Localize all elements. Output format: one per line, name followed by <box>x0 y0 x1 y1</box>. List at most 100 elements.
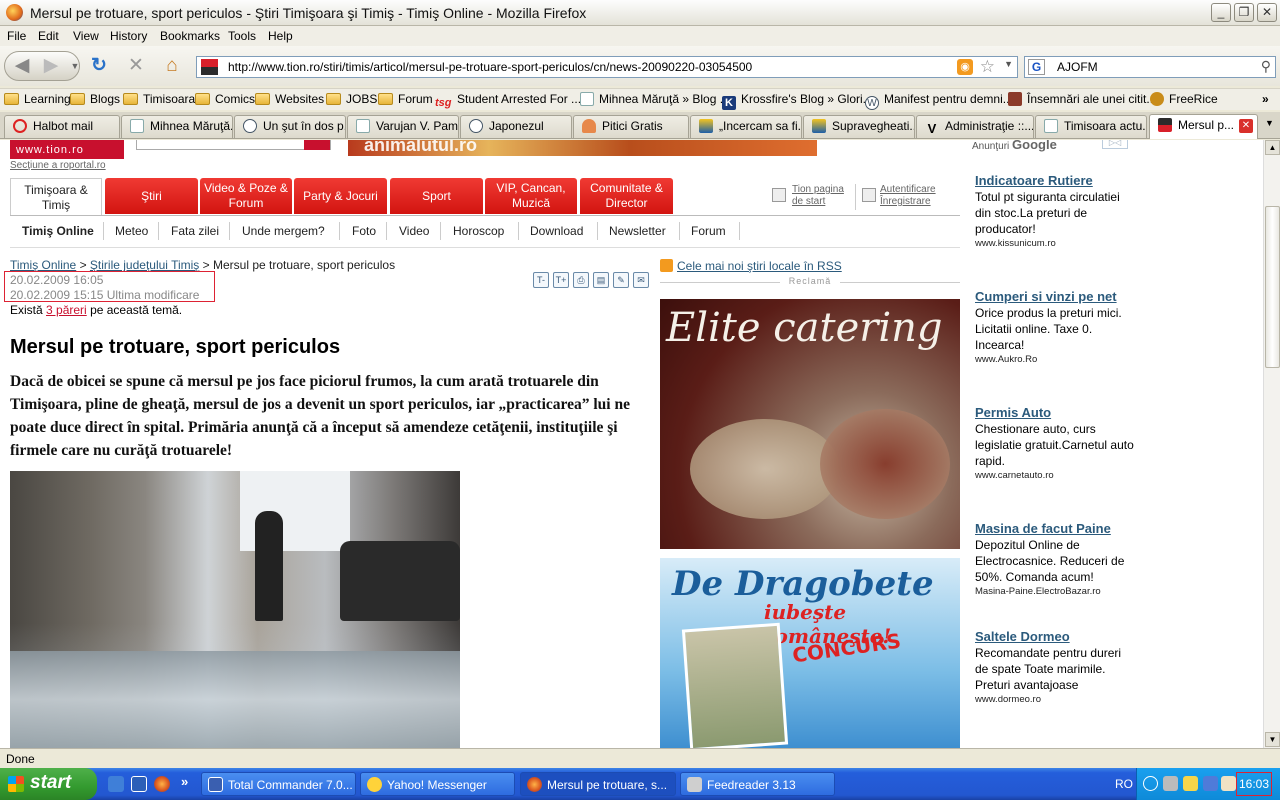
url-bar[interactable]: http://www.tion.ro/stiri/timis/articol/m… <box>196 56 1018 78</box>
quicklaunch-overflow-icon[interactable]: » <box>181 774 188 789</box>
tab-timisoara-actu[interactable]: Timisoara actu... <box>1035 115 1147 138</box>
scroll-up-icon[interactable]: ▲ <box>1265 140 1280 155</box>
bookmark-forum[interactable]: Forum <box>378 92 433 106</box>
page-scrollbar[interactable]: ▲ ▼ <box>1263 140 1280 748</box>
bookmark-freerice[interactable]: FreeRice <box>1150 92 1218 106</box>
subnav-video[interactable]: Video <box>399 224 429 238</box>
reload-icon[interactable]: ↻ <box>88 55 110 77</box>
taskbar-clock[interactable]: 16:03 <box>1236 772 1272 796</box>
nav-comunitate-director[interactable]: Comunitate & Director <box>580 178 673 214</box>
nav-vip-cancan-muzica[interactable]: VIP, Cancan, Muzică <box>485 178 577 214</box>
bookmark-comics[interactable]: Comics <box>195 92 255 106</box>
bookmark-mihnea-maruta[interactable]: Mihnea Măruţă » Blog ... <box>580 92 730 106</box>
dragobete-ad[interactable]: De Dragobete iubeşte româneşte! CONCURS <box>660 558 960 748</box>
tab-un-sut[interactable]: Un şut în dos p... <box>234 115 346 138</box>
menu-view[interactable]: View <box>73 29 99 43</box>
google-ad-4[interactable]: Masina de facut Paine Depozitul Online d… <box>975 521 1135 597</box>
bookmark-star-icon[interactable]: ☆ <box>980 57 995 77</box>
google-ad-1[interactable]: Indicatoare Rutiere Totul pt siguranta c… <box>975 173 1135 249</box>
site-search-input[interactable] <box>136 140 331 150</box>
quicklaunch-firefox-icon[interactable] <box>154 776 170 792</box>
nav-timisoara-timis[interactable]: Timişoara & Timiş <box>10 178 102 216</box>
site-logo[interactable]: www.tion.ro <box>10 140 124 159</box>
scroll-down-icon[interactable]: ▼ <box>1265 732 1280 747</box>
elite-catering-ad[interactable]: Elite catering <box>660 299 960 549</box>
bookmark-blogs[interactable]: Blogs <box>70 92 120 106</box>
url-dropdown-icon[interactable]: ▼ <box>1004 59 1013 69</box>
tab-list-dropdown-icon[interactable]: ▼ <box>1265 118 1274 128</box>
roportal-section-link[interactable]: Secţiune a roportal.ro <box>10 160 106 171</box>
subnav-meteo[interactable]: Meteo <box>115 224 148 238</box>
tab-incercam[interactable]: „Incercam sa fi... <box>690 115 802 138</box>
subnav-forum[interactable]: Forum <box>691 224 726 238</box>
search-bar[interactable]: G AJOFM ⚲ <box>1024 56 1276 78</box>
search-magnifier-icon[interactable]: ⚲ <box>1261 58 1271 75</box>
start-button[interactable]: start <box>0 768 97 800</box>
quicklaunch-save-icon[interactable] <box>131 776 147 792</box>
tray-network-icon[interactable] <box>1203 776 1218 791</box>
tab-mersul-active[interactable]: Mersul p... ✕ <box>1149 114 1258 139</box>
tray-volume-icon[interactable] <box>1221 776 1236 791</box>
history-dropdown[interactable]: ▼ <box>64 55 86 77</box>
tab-halbot-mail[interactable]: Halbot mail <box>4 115 120 138</box>
restore-button[interactable]: ❐ <box>1234 3 1254 22</box>
tab-varujan[interactable]: Varujan V. Pam... <box>347 115 459 138</box>
nav-sport[interactable]: Sport <box>390 178 483 214</box>
taskbar-firefox-active[interactable]: Mersul pe trotuare, s... <box>520 772 676 796</box>
rss-feed-icon[interactable]: ◉ <box>957 59 973 75</box>
language-indicator[interactable]: RO <box>1115 777 1133 791</box>
search-input[interactable]: AJOFM <box>1057 60 1098 74</box>
nav-party-jocuri[interactable]: Party & Jocuri <box>294 178 387 214</box>
breadcrumb-timis-online[interactable]: Timiş Online <box>10 258 76 272</box>
google-ad-url[interactable]: www.kissunicum.ro <box>975 238 1135 249</box>
tab-administratie[interactable]: V Administraţie ::... <box>916 115 1034 138</box>
subnav-timis-online[interactable]: Timiş Online <box>22 224 94 238</box>
taskbar-yahoo-messenger[interactable]: Yahoo! Messenger <box>360 772 515 796</box>
bookmark-krossfire[interactable]: K Krossfire's Blog » Glori... <box>722 92 873 110</box>
save-icon[interactable]: ▤ <box>593 272 609 288</box>
forward-button[interactable]: ▶ <box>40 55 62 77</box>
menu-history[interactable]: History <box>110 29 147 43</box>
google-ad-url[interactable]: www.dormeo.ro <box>975 694 1135 705</box>
google-ad-url[interactable]: Masina-Paine.ElectroBazar.ro <box>975 586 1135 597</box>
back-button[interactable]: ◀ <box>11 55 33 77</box>
subnav-horoscop[interactable]: Horoscop <box>453 224 504 238</box>
tab-mihnea-maruta[interactable]: Mihnea Măruţă... <box>121 115 233 138</box>
tion-start-page-link[interactable]: Tion pagina de start <box>792 184 852 208</box>
home-page-icon[interactable] <box>772 188 786 202</box>
google-ad-url[interactable]: www.Aukro.Ro <box>975 354 1135 365</box>
google-ad-3[interactable]: Permis Auto Chestionare auto, curs legis… <box>975 405 1135 481</box>
google-ad-title[interactable]: Permis Auto <box>975 405 1135 420</box>
bookmark-learning[interactable]: Learning <box>4 92 71 106</box>
subnav-fata-zilei[interactable]: Fata zilei <box>171 224 219 238</box>
print-icon[interactable]: ⎙ <box>573 272 589 288</box>
opinions-count-link[interactable]: 3 păreri <box>46 303 87 317</box>
nav-stiri[interactable]: Ştiri <box>105 178 198 214</box>
text-larger-icon[interactable]: T+ <box>553 272 569 288</box>
close-tab-icon[interactable]: ✕ <box>1239 119 1253 133</box>
rss-link-text[interactable]: Cele mai noi ştiri locale în RSS <box>677 259 842 273</box>
close-window-button[interactable]: ✕ <box>1257 3 1277 22</box>
tray-cube-icon[interactable] <box>1163 776 1178 791</box>
email-icon[interactable]: ✉ <box>633 272 649 288</box>
menu-tools[interactable]: Tools <box>228 29 256 43</box>
subnav-download[interactable]: Download <box>530 224 583 238</box>
google-ad-2[interactable]: Cumperi si vinzi pe net Orice produs la … <box>975 289 1135 365</box>
menu-file[interactable]: File <box>7 29 26 43</box>
adchoices-icon[interactable]: ▷◁ <box>1102 140 1128 149</box>
menu-bookmarks[interactable]: Bookmarks <box>160 29 220 43</box>
home-icon[interactable]: ⌂ <box>161 55 183 77</box>
bookmark-websites[interactable]: Websites <box>255 92 324 106</box>
taskbar-feedreader[interactable]: Feedreader 3.13 <box>680 772 835 796</box>
tab-japonezul[interactable]: Japonezul <box>460 115 572 138</box>
minimize-button[interactable]: _ <box>1211 3 1231 22</box>
subnav-foto[interactable]: Foto <box>352 224 376 238</box>
subnav-unde-mergem[interactable]: Unde mergem? <box>242 224 325 238</box>
stop-icon[interactable]: ✕ <box>125 55 147 77</box>
tray-expand-icon[interactable] <box>1143 776 1158 791</box>
google-ad-title[interactable]: Indicatoare Rutiere <box>975 173 1135 188</box>
tab-pitici-gratis[interactable]: Pitici Gratis <box>573 115 689 138</box>
bookmark-timisoara[interactable]: Timisoara <box>123 92 195 106</box>
google-ad-title[interactable]: Masina de facut Paine <box>975 521 1135 536</box>
menu-help[interactable]: Help <box>268 29 293 43</box>
